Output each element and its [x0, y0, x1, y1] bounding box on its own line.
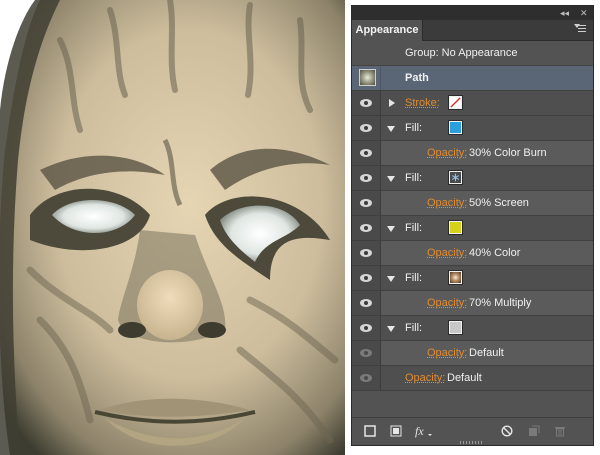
opacity-value: Default — [447, 372, 482, 384]
opacity-row[interactable]: Opacity: Default — [352, 341, 593, 366]
visibility-eye-icon[interactable] — [360, 224, 372, 232]
visibility-eye-icon[interactable] — [360, 149, 372, 157]
opacity-value: 30% Color Burn — [469, 147, 547, 159]
snowflake-pattern-swatch[interactable] — [448, 170, 463, 185]
add-new-effect-icon[interactable]: fx — [414, 423, 434, 439]
fill-label: Fill: — [405, 272, 423, 284]
group-label: Group: No Appearance — [405, 47, 518, 59]
visibility-eye-icon[interactable] — [360, 299, 372, 307]
opacity-label[interactable]: Opacity: — [405, 372, 445, 385]
gradient-swatch[interactable] — [448, 270, 463, 285]
opacity-value: Default — [469, 347, 504, 359]
collapse-triangle-icon[interactable] — [387, 276, 395, 282]
visibility-eye-icon[interactable] — [360, 124, 372, 132]
tab-appearance[interactable]: Appearance — [352, 20, 423, 41]
path-label: Path — [405, 72, 429, 84]
opacity-row[interactable]: Opacity: 70% Multiply — [352, 291, 593, 316]
opacity-row[interactable]: Opacity: 30% Color Burn — [352, 141, 593, 166]
visibility-eye-icon[interactable] — [360, 99, 372, 107]
opacity-label[interactable]: Opacity: — [427, 347, 467, 360]
panel-tab-bar: Appearance — [352, 20, 593, 41]
opacity-value: 50% Screen — [469, 197, 529, 209]
fill-row[interactable]: Fill: — [352, 116, 593, 141]
opacity-label[interactable]: Opacity: — [427, 147, 467, 160]
visibility-eye-icon[interactable] — [360, 174, 372, 182]
panel-menu-icon[interactable] — [574, 23, 588, 35]
fill-swatch[interactable] — [448, 220, 463, 235]
panel-title-bar[interactable]: ◂◂ ✕ — [352, 6, 593, 20]
visibility-eye-icon[interactable] — [360, 274, 372, 282]
panel-resize-grip[interactable] — [460, 441, 484, 444]
group-row[interactable]: Group: No Appearance — [352, 41, 593, 66]
stroke-label[interactable]: Stroke: — [405, 97, 440, 110]
path-thumbnail — [359, 69, 376, 86]
add-new-fill-icon[interactable] — [390, 425, 402, 437]
fill-row[interactable]: Fill: — [352, 216, 593, 241]
fill-swatch[interactable] — [448, 320, 463, 335]
visibility-eye-icon[interactable] — [360, 199, 372, 207]
duplicate-item-icon[interactable] — [528, 425, 540, 437]
panel-bottom-toolbar: fx — [352, 417, 593, 445]
fill-row[interactable]: Fill: — [352, 166, 593, 191]
path-row[interactable]: Path — [352, 66, 593, 91]
fill-label: Fill: — [405, 222, 423, 234]
right-nostril — [198, 322, 226, 338]
collapse-triangle-icon[interactable] — [387, 176, 395, 182]
fill-row[interactable]: Fill: — [352, 316, 593, 341]
opacity-row[interactable]: Opacity: 50% Screen — [352, 191, 593, 216]
collapse-triangle-icon[interactable] — [387, 226, 395, 232]
collapse-panel-icon[interactable]: ◂◂ — [560, 7, 569, 19]
appearance-list: Group: No Appearance Path Stroke: Fill: … — [352, 41, 593, 391]
fill-label: Fill: — [405, 122, 423, 134]
fill-label: Fill: — [405, 172, 423, 184]
collapse-triangle-icon[interactable] — [387, 126, 395, 132]
close-panel-icon[interactable]: ✕ — [580, 7, 588, 19]
appearance-panel: ◂◂ ✕ Appearance Group: No Appearance Pat… — [351, 5, 594, 446]
visibility-eye-icon[interactable] — [360, 249, 372, 257]
stroke-row[interactable]: Stroke: — [352, 91, 593, 116]
collapse-triangle-icon[interactable] — [387, 326, 395, 332]
path-opacity-row[interactable]: Opacity: Default — [352, 366, 593, 391]
opacity-value: 70% Multiply — [469, 297, 532, 309]
svg-text:fx: fx — [415, 424, 424, 438]
expand-triangle-icon[interactable] — [389, 99, 395, 107]
opacity-label[interactable]: Opacity: — [427, 297, 467, 310]
fill-row[interactable]: Fill: — [352, 266, 593, 291]
fill-swatch[interactable] — [448, 120, 463, 135]
none-swatch-icon[interactable] — [448, 95, 463, 110]
visibility-eye-icon[interactable] — [360, 349, 372, 357]
add-new-stroke-icon[interactable] — [364, 425, 376, 437]
left-nostril — [118, 322, 146, 338]
opacity-label[interactable]: Opacity: — [427, 197, 467, 210]
visibility-eye-icon[interactable] — [360, 374, 372, 382]
visibility-eye-icon[interactable] — [360, 324, 372, 332]
opacity-value: 40% Color — [469, 247, 521, 259]
opacity-label[interactable]: Opacity: — [427, 247, 467, 260]
fill-label: Fill: — [405, 322, 423, 334]
delete-item-icon[interactable] — [554, 425, 566, 437]
clear-appearance-icon[interactable] — [501, 425, 513, 437]
opacity-row[interactable]: Opacity: 40% Color — [352, 241, 593, 266]
nose-tip — [137, 270, 203, 340]
